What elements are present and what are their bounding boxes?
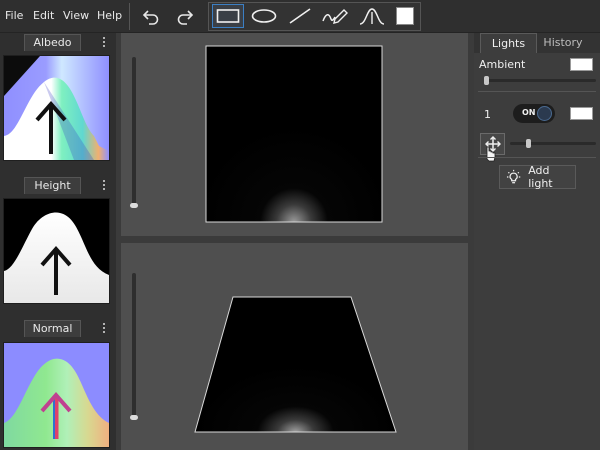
perspective-preview-viewport[interactable] [121,243,468,450]
line-tool-button[interactable] [286,4,314,28]
perspective-preview-slider-handle[interactable] [130,415,138,420]
perspective-preview-canvas[interactable] [193,296,399,434]
ambient-slider-handle[interactable] [484,76,489,85]
lights-panel: Lights History Ambient 1 ON Add light [474,33,600,450]
divider [478,91,596,92]
light-color-swatch[interactable] [570,107,593,120]
flat-preview-viewport[interactable] [121,33,468,236]
undo-button[interactable] [139,4,163,28]
mouse-cursor-icon [486,146,496,162]
height-menu-icon[interactable] [101,178,107,192]
texture-panel: Albedo Height Normal [0,33,116,450]
light-intensity-slider-handle[interactable] [526,139,532,148]
divider [478,157,596,158]
flat-preview-canvas[interactable] [205,45,383,223]
rectangle-tool-button[interactable] [212,4,244,28]
normal-menu-icon[interactable] [101,321,107,335]
redo-button[interactable] [173,4,197,28]
undo-icon [142,10,159,25]
flat-preview-slider[interactable] [130,57,138,208]
albedo-menu-icon[interactable] [101,35,107,49]
flat-preview-slider-handle[interactable] [130,203,138,208]
ellipse-icon [251,9,277,23]
toggle-knob [537,106,552,121]
light-intensity-slider[interactable] [510,139,596,148]
menu-help[interactable]: Help [97,9,122,22]
ambient-slider[interactable] [484,76,596,85]
menu-view[interactable]: View [63,9,89,22]
albedo-tab[interactable]: Albedo [24,34,81,51]
menu-file[interactable]: File [5,9,23,22]
light-toggle[interactable]: ON [513,104,555,123]
tab-lights[interactable]: Lights [480,33,537,53]
ambient-label: Ambient [479,58,526,71]
height-thumbnail[interactable] [3,198,110,304]
toolbar-separator [129,3,130,30]
pen-icon [322,9,348,24]
current-color-swatch [396,7,414,25]
height-tab[interactable]: Height [24,177,81,194]
albedo-header: Albedo [0,33,116,51]
normal-tab[interactable]: Normal [24,320,81,337]
line-icon [289,8,311,24]
ambient-color-swatch[interactable] [570,58,593,71]
normal-header: Normal [0,319,116,337]
light-index: 1 [484,108,491,121]
freehand-tool-button[interactable] [321,4,349,28]
bell-curve-icon [359,8,385,25]
toggle-label: ON [522,108,536,117]
height-header: Height [0,176,116,194]
menu-edit[interactable]: Edit [33,9,54,22]
albedo-thumbnail[interactable] [3,55,110,161]
perspective-preview-slider[interactable] [130,273,138,420]
add-light-label: Add light [528,164,553,190]
rectangle-icon [216,9,240,23]
redo-icon [177,10,194,25]
tab-history[interactable]: History [537,33,589,53]
curve-tool-button[interactable] [358,4,386,28]
normal-thumbnail[interactable] [3,342,110,448]
add-light-button[interactable]: Add light [499,164,576,190]
lightbulb-icon [506,169,521,184]
ellipse-tool-button[interactable] [249,4,279,28]
color-picker-button[interactable] [394,4,416,28]
top-toolbar: File Edit View Help [0,0,600,33]
